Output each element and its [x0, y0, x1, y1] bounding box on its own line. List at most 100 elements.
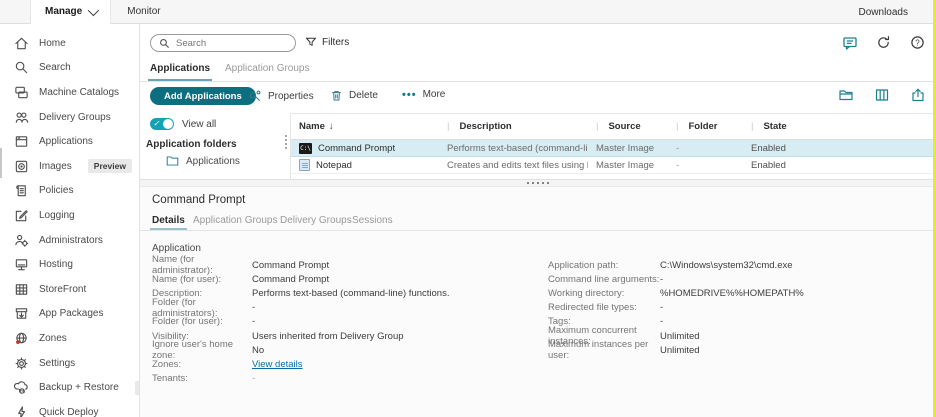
sidebar-item-storefront[interactable]: StoreFront [0, 277, 139, 302]
tab-delivery-groups[interactable]: Delivery Groups [280, 215, 352, 226]
search-placeholder: Search [176, 38, 206, 49]
sidebar-item-label: Settings [39, 358, 75, 369]
settings-icon [14, 356, 29, 371]
utility-row: Search Filters ? [140, 33, 936, 57]
tab-monitor[interactable]: Monitor [111, 6, 176, 17]
sidebar-item-zones[interactable]: Zones [0, 326, 139, 351]
delete-button[interactable]: Delete [330, 89, 378, 102]
search-icon [14, 60, 29, 75]
table-header-row: Name ↓ |Description |Source |Folder |Sta… [291, 114, 936, 140]
sidebar-item-label: Zones [39, 333, 67, 344]
view-all-label: View all [182, 119, 216, 130]
field-value: No [252, 345, 449, 356]
field-value: - [660, 316, 804, 327]
sidebar-item-backup-restore[interactable]: Backup + Restore Preview [0, 375, 139, 400]
sidebar-item-logging[interactable]: Logging [0, 203, 139, 228]
sidebar-item-label: Logging [39, 210, 75, 221]
properties-button[interactable]: Properties [248, 89, 314, 103]
tab-manage[interactable]: Manage [30, 0, 111, 24]
notepad-icon [299, 159, 310, 171]
help-icon[interactable]: ? [909, 34, 926, 51]
export-icon[interactable] [910, 87, 926, 106]
field-value: - [660, 302, 804, 313]
field-value: Unlimited [660, 345, 804, 356]
sidebar-item-quick-deploy[interactable]: Quick Deploy [0, 400, 139, 417]
field-value: Users inherited from Delivery Group [252, 331, 449, 342]
tab-application-groups[interactable]: Application Groups [225, 63, 310, 74]
zones-icon [14, 331, 29, 346]
delete-label: Delete [349, 90, 378, 101]
filter-funnel-icon [305, 36, 317, 48]
properties-wrench-icon [248, 89, 262, 103]
sidebar-item-applications[interactable]: Applications [0, 129, 139, 154]
more-button[interactable]: ••• More [402, 89, 445, 100]
field-label: Command line arguments: [548, 274, 660, 285]
search-input[interactable]: Search [150, 34, 296, 52]
more-dots-icon: ••• [402, 91, 417, 99]
sidebar-item-app-packages[interactable]: App Packages [0, 302, 139, 327]
sidebar-scrollbar[interactable] [0, 148, 2, 178]
tab-applications[interactable]: Applications [150, 63, 210, 74]
sidebar-item-label: Hosting [39, 259, 73, 270]
sidebar-nav: Home Search Machine Catalogs Delivery Gr… [0, 24, 140, 417]
column-header-name[interactable]: Name ↓ [291, 121, 439, 132]
field-label: Application path: [548, 260, 660, 271]
tab-details[interactable]: Details [152, 215, 185, 226]
sidebar-item-images[interactable]: Images Preview [0, 154, 139, 179]
svg-text:?: ? [915, 38, 920, 47]
feedback-icon[interactable] [841, 34, 858, 51]
sidebar-item-label: Images [39, 161, 72, 172]
sidebar-item-label: StoreFront [39, 284, 86, 295]
sidebar-item-delivery-groups[interactable]: Delivery Groups [0, 105, 139, 130]
app-folder: - [668, 143, 743, 154]
view-all-toggle[interactable]: ✓ [150, 118, 174, 130]
folders-panel-drag-handle[interactable] [285, 135, 287, 149]
field-value: - [252, 373, 449, 384]
column-header-description[interactable]: |Description [439, 121, 588, 132]
add-applications-button[interactable]: Add Applications [150, 87, 256, 105]
sidebar-item-settings[interactable]: Settings [0, 351, 139, 376]
manage-label: Manage [45, 6, 82, 17]
columns-icon[interactable] [874, 87, 890, 106]
field-value: %HOMEDRIVE%%HOMEPATH% [660, 288, 804, 299]
column-header-state[interactable]: |State [743, 121, 936, 132]
app-name: Notepad [316, 160, 352, 171]
toggle-knob [163, 119, 173, 129]
field-label: Tenants: [152, 373, 252, 384]
table-utility-icons [838, 87, 926, 106]
sidebar-item-label: Policies [39, 185, 73, 196]
sidebar-item-search[interactable]: Search [0, 56, 139, 81]
details-tabs: Details Application Groups Delivery Grou… [140, 215, 936, 231]
folder-item-label: Applications [186, 156, 240, 167]
sidebar-item-administrators[interactable]: Administrators [0, 228, 139, 253]
downloads-link[interactable]: Downloads [859, 0, 908, 24]
preview-badge: Preview [88, 159, 132, 173]
folder-item-applications[interactable]: Applications [166, 155, 240, 167]
tab-sessions[interactable]: Sessions [352, 215, 393, 226]
tab-application-groups-detail[interactable]: Application Groups [193, 215, 278, 226]
sidebar-item-label: Quick Deploy [39, 407, 98, 417]
main-tabs: Applications Application Groups [140, 60, 936, 82]
folder-view-icon[interactable] [838, 87, 854, 106]
app-packages-icon [14, 306, 29, 321]
action-toolbar: Add Applications Properties Delete ••• M… [140, 86, 936, 110]
sidebar-item-policies[interactable]: Policies [0, 179, 139, 204]
refresh-icon[interactable] [875, 34, 892, 51]
table-row-command-prompt[interactable]: C:\ Command Prompt Performs text-based (… [291, 140, 936, 157]
column-header-source[interactable]: |Source [588, 121, 668, 132]
panel-splitter[interactable] [140, 179, 936, 187]
filters-button[interactable]: Filters [305, 36, 349, 48]
field-label: Working directory: [548, 288, 660, 299]
view-details-link[interactable]: View details [252, 359, 303, 370]
table-row-notepad[interactable]: Notepad Creates and edits text files usi… [291, 157, 936, 174]
sidebar-item-home[interactable]: Home [0, 31, 139, 56]
toggle-check-icon: ✓ [153, 118, 160, 130]
applications-icon [14, 134, 29, 149]
details-fields-right: Application path:C:\Windows\system32\cmd… [548, 258, 804, 357]
sidebar-item-label: Machine Catalogs [39, 87, 119, 98]
field-label: Redirected file types: [548, 302, 660, 313]
sidebar-item-machine-catalogs[interactable]: Machine Catalogs [0, 80, 139, 105]
sidebar-item-hosting[interactable]: Hosting [0, 252, 139, 277]
folder-icon [166, 155, 179, 167]
column-header-folder[interactable]: |Folder [668, 121, 743, 132]
